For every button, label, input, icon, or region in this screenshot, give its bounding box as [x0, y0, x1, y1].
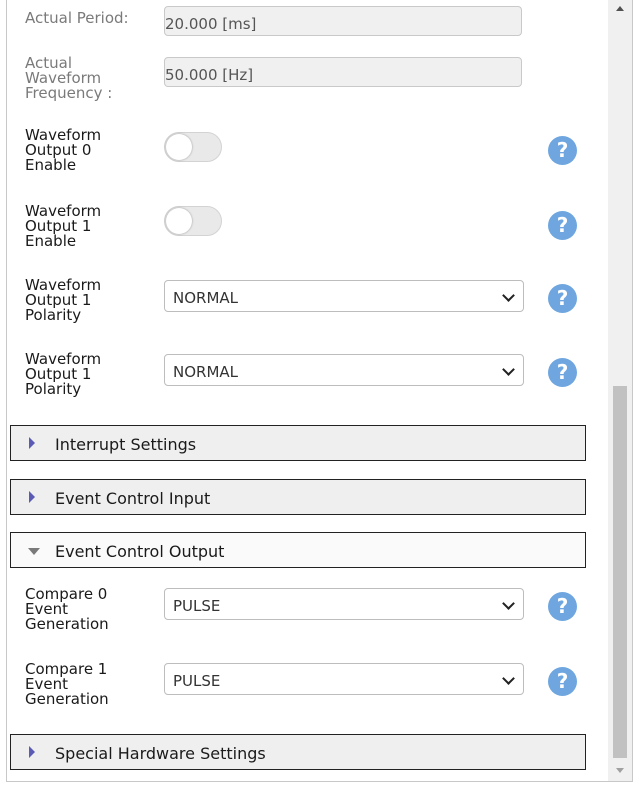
actual-period-field: 20.000 [ms] — [164, 6, 522, 36]
help-icon[interactable]: ? — [548, 358, 577, 387]
section-title: Interrupt Settings — [55, 435, 197, 454]
scrollbar-thumb[interactable] — [613, 386, 627, 758]
wf1-polarity-select[interactable]: NORMAL — [164, 280, 524, 312]
cmp0-event-value: PULSE — [173, 597, 221, 615]
cmp1-event-select[interactable]: PULSE — [164, 663, 524, 695]
scroll-down-arrow-icon[interactable] — [608, 761, 632, 781]
wf1-polarity-label-2: Waveform Output 1 Polarity — [25, 350, 102, 398]
wf1-enable-label: Waveform Output 1 Enable — [25, 202, 102, 250]
wf1-enable-toggle[interactable] — [164, 206, 222, 236]
wf0-enable-label: Waveform Output 0 Enable — [25, 126, 102, 174]
cmp1-event-label: Compare 1 Event Generation — [25, 660, 109, 708]
chevron-down-icon — [502, 289, 515, 302]
actual-period-value: 20.000 [ms] — [165, 15, 257, 33]
actual-frequency-label: Actual Waveform Frequency : — [25, 54, 113, 102]
section-event-control-output[interactable]: Event Control Output — [10, 532, 586, 568]
wf1-polarity-value-2: NORMAL — [173, 363, 239, 381]
help-icon[interactable]: ? — [548, 667, 577, 696]
section-title: Event Control Output — [55, 542, 225, 561]
settings-panel: Actual Period: 20.000 [ms] Actual Wavefo… — [6, 0, 610, 782]
chevron-down-icon — [502, 597, 515, 610]
section-event-control-input[interactable]: Event Control Input — [10, 479, 586, 515]
cmp0-event-select[interactable]: PULSE — [164, 588, 524, 620]
actual-frequency-value: 50.000 [Hz] — [165, 66, 254, 84]
collapse-arrow-icon — [28, 548, 40, 555]
section-title: Special Hardware Settings — [55, 744, 266, 763]
chevron-down-icon — [502, 363, 515, 376]
help-icon[interactable]: ? — [548, 284, 577, 313]
chevron-down-icon — [502, 672, 515, 685]
actual-period-label: Actual Period: — [25, 9, 129, 27]
wf1-polarity-label: Waveform Output 1 Polarity — [25, 276, 102, 324]
help-icon[interactable]: ? — [548, 211, 577, 240]
actual-frequency-field: 50.000 [Hz] — [164, 57, 522, 87]
section-interrupt-settings[interactable]: Interrupt Settings — [10, 425, 586, 461]
cmp1-event-value: PULSE — [173, 672, 221, 690]
scroll-up-arrow-icon[interactable] — [608, 0, 632, 20]
vertical-scrollbar[interactable] — [608, 0, 633, 782]
wf1-polarity-value: NORMAL — [173, 289, 239, 307]
expand-arrow-icon — [29, 491, 35, 503]
expand-arrow-icon — [29, 437, 35, 449]
expand-arrow-icon — [29, 746, 35, 758]
help-icon[interactable]: ? — [548, 592, 577, 621]
wf1-polarity-select-2[interactable]: NORMAL — [164, 354, 524, 386]
wf0-enable-toggle[interactable] — [164, 132, 222, 162]
section-title: Event Control Input — [55, 489, 211, 508]
section-special-hardware-settings[interactable]: Special Hardware Settings — [10, 734, 586, 770]
cmp0-event-label: Compare 0 Event Generation — [25, 585, 109, 633]
help-icon[interactable]: ? — [548, 136, 577, 165]
